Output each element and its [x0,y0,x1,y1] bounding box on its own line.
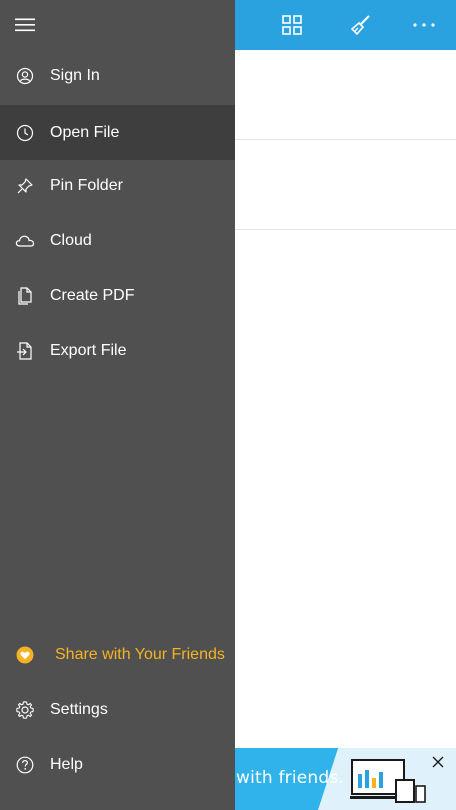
gear-icon [0,682,50,737]
nav-item-label: Settings [50,700,108,718]
navigation-drawer: Sign In Open File Pin Folder Cloud Creat… [0,0,235,810]
more-icon [413,23,435,27]
nav-item-help[interactable]: Help [0,737,235,792]
close-icon [432,756,444,768]
nav-item-label: Cloud [50,231,92,249]
nav-item-sign-in[interactable]: Sign In [0,48,235,103]
pdf-icon [0,268,50,323]
brush-icon [350,15,370,36]
banner-close-button[interactable] [428,752,448,772]
nav-item-settings[interactable]: Settings [0,682,235,737]
banner-text: with friends. [236,768,345,788]
clock-icon [0,105,50,160]
nav-item-share[interactable]: Share with Your Friends [0,627,235,682]
more-button[interactable] [400,0,448,50]
nav-item-pin-folder[interactable]: Pin Folder [0,158,235,213]
menu-toggle-button[interactable] [0,0,50,50]
nav-item-label: Share with Your Friends [55,645,225,663]
pin-icon [0,158,50,213]
nav-item-label: Pin Folder [50,176,123,194]
nav-item-label: Export File [50,341,127,359]
user-icon [0,48,50,103]
hamburger-icon [15,18,35,32]
nav-item-cloud[interactable]: Cloud [0,213,235,268]
export-icon [0,323,50,378]
nav-item-label: Open File [50,123,120,141]
cloud-icon [0,213,50,268]
help-icon [0,737,50,792]
format-button[interactable] [337,0,385,50]
nav-item-open-file[interactable]: Open File [0,105,235,160]
nav-item-label: Sign In [50,66,100,84]
devices-illustration-icon [350,759,426,803]
nav-item-label: Help [50,755,83,773]
grid-icon [282,15,302,35]
nav-item-export-file[interactable]: Export File [0,323,235,378]
grid-view-button[interactable] [268,0,316,50]
nav-item-label: Create PDF [50,286,135,304]
heart-icon [0,627,50,682]
nav-item-create-pdf[interactable]: Create PDF [0,268,235,323]
